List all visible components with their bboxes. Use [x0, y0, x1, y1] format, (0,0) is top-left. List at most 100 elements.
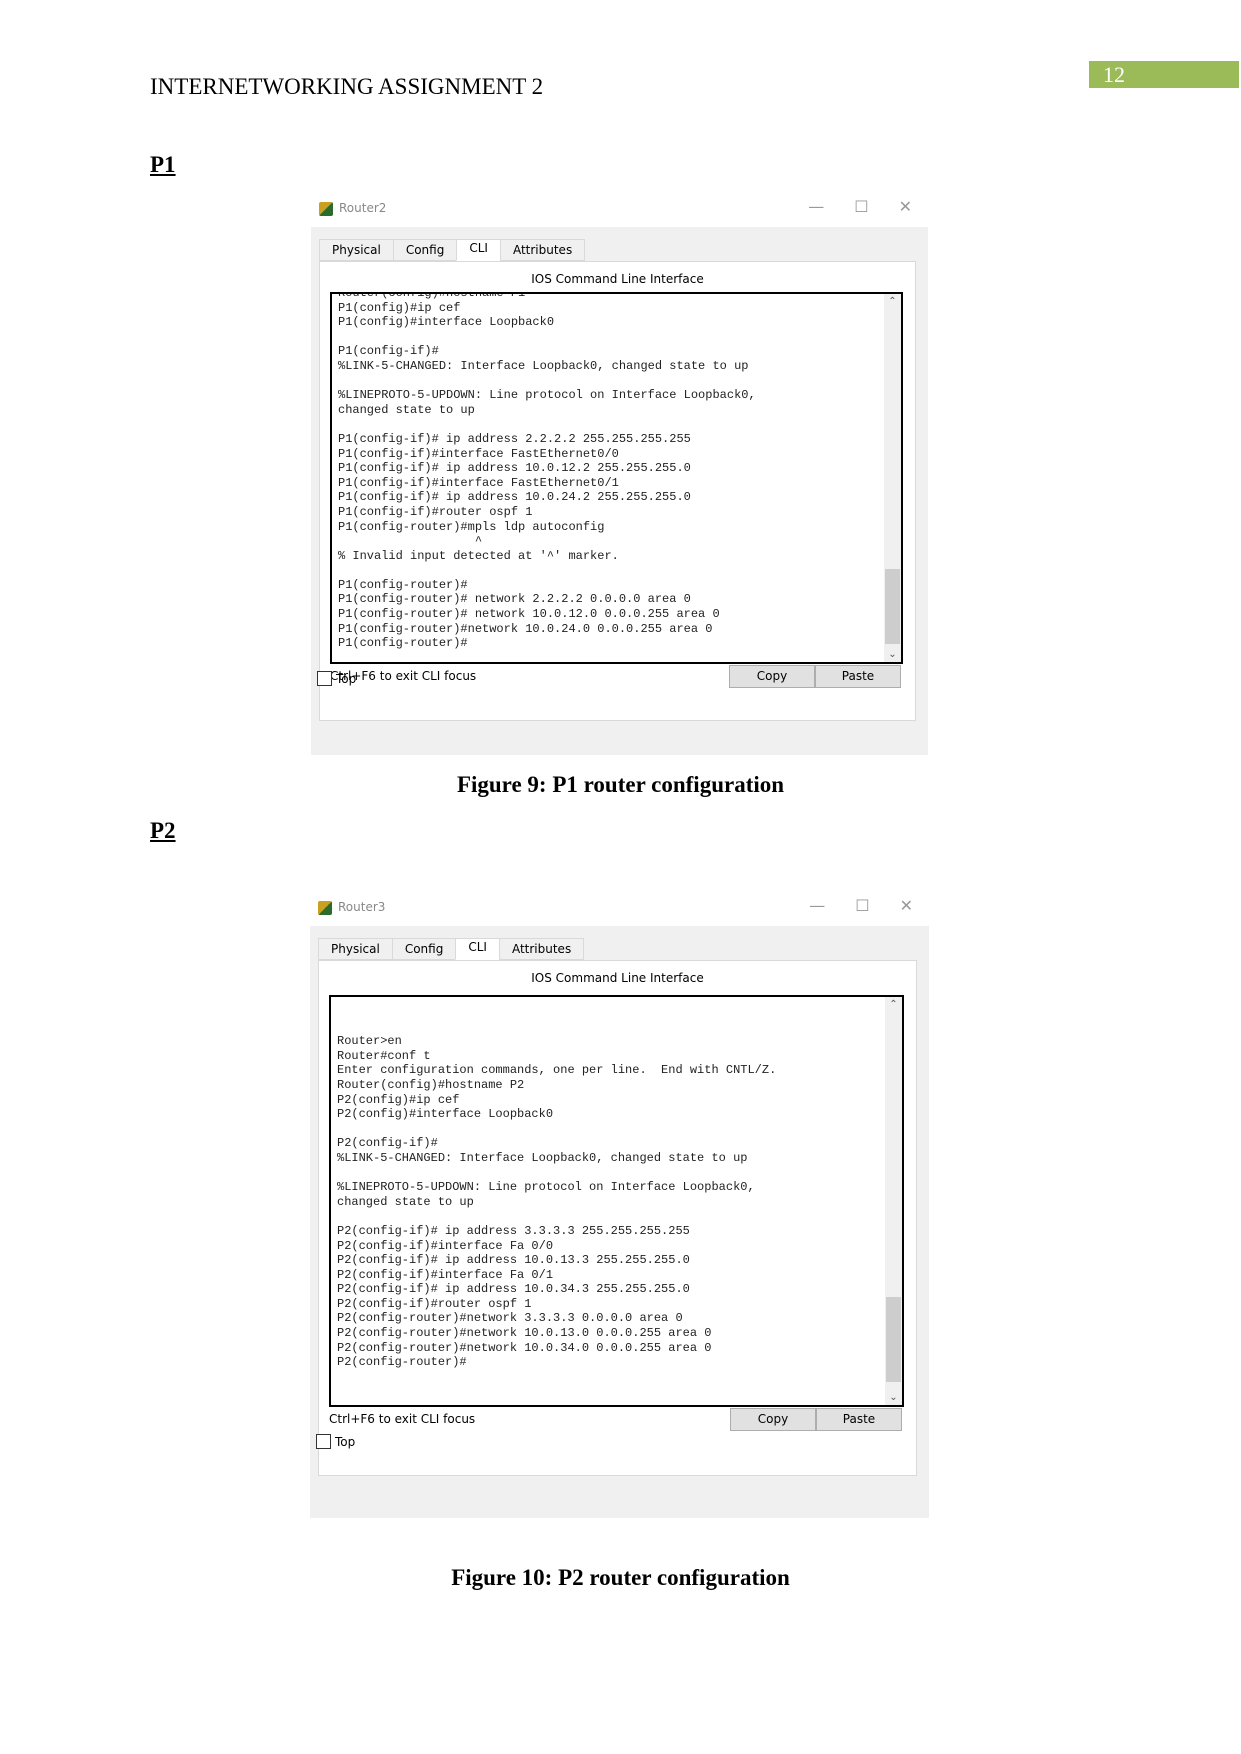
cli-line: %LINEPROTO-5-UPDOWN: Line protocol on In…: [338, 388, 756, 403]
window-title: Router2: [339, 201, 387, 215]
cli-line: Router(config)#hostname P2: [337, 1077, 525, 1092]
minimize-icon[interactable]: —: [809, 896, 825, 915]
tab-physical[interactable]: Physical: [319, 239, 394, 261]
tab-cli[interactable]: CLI: [456, 239, 501, 261]
router2-window: Router2 — ☐ ✕ Physical Config CLI Attributes IOS…: [311, 193, 928, 755]
router-app-icon: [319, 202, 333, 216]
cli-line: %LINK-5-CHANGED: Interface Loopback0, ch…: [338, 358, 749, 373]
cli-line: P1(config)#ip cef: [338, 300, 461, 315]
top-label: Top: [336, 671, 357, 686]
cli-line: P1(config-router)#: [338, 636, 468, 651]
tab-attributes[interactable]: Attributes: [498, 938, 585, 960]
cli-line: P2(config-if)#: [337, 1136, 438, 1151]
scroll-up-icon[interactable]: ⌃: [885, 999, 902, 1010]
cli-line: P2(config-if)# ip address 10.0.34.3 255.…: [337, 1282, 690, 1297]
cli-line: P1(config-router)#network 10.0.24.0 0.0.…: [338, 621, 713, 636]
section-heading-p2: P2: [150, 818, 176, 843]
title-bar[interactable]: Router3 — ☐ ✕: [310, 892, 929, 926]
top-label: Top: [335, 1434, 356, 1449]
cli-line: changed state to up: [337, 1194, 474, 1209]
scroll-up-icon[interactable]: ⌃: [884, 296, 901, 307]
section-heading-p1: P1: [150, 152, 176, 177]
paste-button[interactable]: Paste: [815, 665, 901, 688]
cli-line: P2(config-router)#: [337, 1355, 467, 1370]
tab-physical[interactable]: Physical: [318, 938, 393, 960]
tab-attributes[interactable]: Attributes: [499, 239, 586, 261]
minimize-icon[interactable]: —: [808, 197, 824, 216]
top-checkbox[interactable]: Top: [316, 1434, 355, 1449]
cli-line: P2(config-if)#interface Fa 0/1: [337, 1267, 554, 1282]
cli-line: [338, 417, 895, 432]
cli-line: [337, 1122, 896, 1137]
panel-title: IOS Command Line Interface: [531, 272, 704, 286]
scrollbar-thumb[interactable]: [886, 1297, 901, 1382]
header-title: INTERNETWORKING ASSIGNMENT 2: [150, 74, 544, 99]
figure-9-caption: Figure 9: P1 router configuration: [456, 772, 785, 797]
copy-button[interactable]: Copy: [729, 665, 815, 688]
cli-line: P1(config-if)# ip address 10.0.12.2 255.…: [338, 461, 691, 476]
cli-focus-hint: Ctrl+F6 to exit CLI focus: [329, 1412, 476, 1426]
cli-line: P2(config-router)#network 10.0.34.0 0.0.…: [337, 1340, 712, 1355]
cli-line: P2(config-if)# ip address 10.0.13.3 255.…: [337, 1253, 690, 1268]
cli-line: [338, 374, 895, 389]
cli-line: % Invalid input detected at '^' marker.: [338, 548, 619, 563]
cli-line: [337, 1005, 896, 1020]
cli-line: P2(config-router)#network 3.3.3.3 0.0.0.…: [337, 1311, 683, 1326]
cli-line: P2(config-router)#network 10.0.13.0 0.0.…: [337, 1326, 712, 1341]
cli-line: %LINK-5-CHANGED: Interface Loopback0, ch…: [337, 1150, 748, 1165]
title-bar[interactable]: Router2 — ☐ ✕: [311, 193, 928, 227]
window-body: Physical Config CLI Attributes IOS Command L…: [310, 926, 929, 1518]
cli-line: P2(config)#interface Loopback0: [337, 1107, 554, 1122]
cli-line: P1(config-router)# network 10.0.12.0 0.0…: [338, 607, 720, 622]
cli-line: %LINEPROTO-5-UPDOWN: Line protocol on In…: [337, 1180, 755, 1195]
cli-line: P1(config-if)#interface FastEthernet0/1: [338, 475, 619, 490]
cli-terminal[interactable]: Router>en Router#conf t Enter configuratio…: [329, 995, 904, 1407]
checkbox-icon[interactable]: [316, 1434, 331, 1449]
router3-window: Router3 — ☐ ✕ Physical Config CLI Attributes IOS…: [310, 892, 929, 1518]
scroll-down-icon[interactable]: ⌄: [884, 649, 901, 660]
window-body: Physical Config CLI Attributes IOS Command L…: [311, 227, 928, 755]
cli-line: P1(config-if)#interface FastEthernet0/0: [338, 446, 619, 461]
cli-line: [338, 330, 895, 345]
page-number: 12: [1089, 61, 1239, 88]
router-app-icon: [318, 901, 332, 915]
cli-line: Router(config)#hostname P1: [338, 292, 526, 300]
cli-line: P1(config-if)# ip address 2.2.2.2 255.25…: [338, 431, 691, 446]
cli-line: P1(config-if)# ip address 10.0.24.2 255.…: [338, 490, 691, 505]
paste-button[interactable]: Paste: [816, 1408, 902, 1431]
cli-line: P1(config-router)#: [338, 577, 468, 592]
tab-cli[interactable]: CLI: [455, 938, 500, 960]
document-page: INTERNETWORKING ASSIGNMENT 2 12 P1 Route…: [0, 0, 1241, 1754]
scrollbar-thumb[interactable]: [885, 569, 900, 644]
cli-line: P1(config)#interface Loopback0: [338, 315, 555, 330]
scroll-down-icon[interactable]: ⌄: [885, 1392, 902, 1403]
tab-config[interactable]: Config: [392, 239, 458, 261]
cli-line: Enter configuration commands, one per li…: [337, 1063, 777, 1078]
cli-terminal[interactable]: Router(config)#hostname P1 P1(config)#ip …: [330, 292, 903, 664]
scrollbar[interactable]: ⌃ ⌄: [885, 997, 902, 1405]
top-checkbox[interactable]: Top: [317, 671, 356, 686]
maximize-icon[interactable]: ☐: [854, 197, 868, 216]
cli-line: [338, 563, 895, 578]
cli-line: P2(config-if)#interface Fa 0/0: [337, 1238, 554, 1253]
scrollbar[interactable]: ⌃ ⌄: [884, 294, 901, 662]
window-title: Router3: [338, 900, 386, 914]
cli-line: P1(config-router)#mpls ldp autoconfig: [338, 519, 605, 534]
cli-line: [337, 1166, 896, 1181]
cli-line: P1(config-if)#router ospf 1: [338, 504, 533, 519]
cli-line: P2(config-if)# ip address 3.3.3.3 255.25…: [337, 1223, 690, 1238]
cli-line: ^: [338, 534, 483, 549]
cli-line: Router#conf t: [337, 1048, 431, 1063]
panel-title: IOS Command Line Interface: [531, 971, 704, 985]
checkbox-icon[interactable]: [317, 671, 332, 686]
close-icon[interactable]: ✕: [899, 197, 912, 216]
tab-config[interactable]: Config: [391, 938, 457, 960]
cli-line: [337, 1020, 896, 1035]
cli-line: Router>en: [337, 1034, 402, 1049]
figure-10-caption: Figure 10: P2 router configuration: [451, 1565, 790, 1590]
cli-line: P2(config-if)#router ospf 1: [337, 1296, 532, 1311]
copy-button[interactable]: Copy: [730, 1408, 816, 1431]
close-icon[interactable]: ✕: [900, 896, 913, 915]
cli-line: changed state to up: [338, 402, 475, 417]
maximize-icon[interactable]: ☐: [855, 896, 869, 915]
